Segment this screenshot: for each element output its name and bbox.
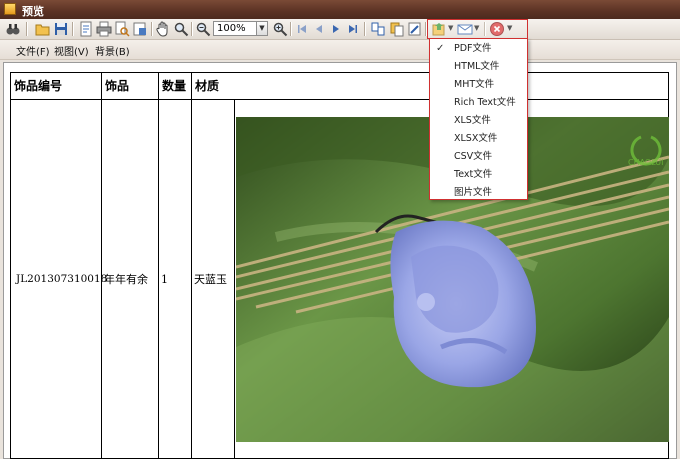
cell-code: JL201307310018: [10, 100, 107, 459]
export-text-item[interactable]: Text文件: [430, 166, 527, 184]
print-icon[interactable]: [96, 21, 112, 37]
header-code: 饰品编号: [10, 72, 102, 100]
toolbar: 100% ▼ ▼ ▼ ▼: [0, 19, 680, 40]
menu-background[interactable]: 背景(B): [95, 43, 130, 58]
previous-page-icon[interactable]: [311, 21, 327, 37]
hand-icon[interactable]: [155, 21, 171, 37]
zoom-out-icon[interactable]: [195, 21, 211, 37]
window-title: 预览: [22, 5, 44, 18]
title-bar: 预览: [0, 0, 680, 19]
zoom-in-icon[interactable]: [272, 21, 288, 37]
menu-file[interactable]: 文件(F): [16, 43, 50, 58]
page-setup-icon[interactable]: [78, 21, 94, 37]
cell-material: 天蓝玉: [192, 100, 235, 459]
header-name: 饰品: [102, 72, 159, 100]
app-icon: [4, 3, 16, 15]
search-icon[interactable]: [173, 21, 189, 37]
export-group-highlight: [427, 19, 528, 39]
export-setup-icon[interactable]: [132, 21, 148, 37]
menu-view[interactable]: 视图(V): [54, 43, 89, 58]
menu-bar: 文件(F) 视图(V) 背景(B): [0, 40, 680, 60]
last-page-icon[interactable]: [345, 21, 361, 37]
export-mht-item[interactable]: MHT文件: [430, 76, 527, 94]
export-xlsx-item[interactable]: XLSX文件: [430, 130, 527, 148]
next-page-icon[interactable]: [328, 21, 344, 37]
print-preview-icon[interactable]: [114, 21, 130, 37]
page-layout-icon[interactable]: [370, 21, 386, 37]
export-format-menu: ✓ PDF文件 HTML文件 MHT文件 Rich Text文件 XLS文件 X…: [429, 38, 528, 200]
export-html-item[interactable]: HTML文件: [430, 58, 527, 76]
zoom-dropdown-chevron-icon[interactable]: ▼: [256, 21, 268, 36]
export-image-item[interactable]: 图片文件: [430, 184, 527, 202]
svg-text:CHAOLUI: CHAOLUI: [628, 158, 664, 167]
cell-quantity: 1: [159, 100, 192, 459]
cell-name: 年年有余: [102, 100, 159, 459]
export-pdf-item[interactable]: ✓ PDF文件: [430, 40, 527, 58]
header-quantity: 数量: [159, 72, 192, 100]
edit-icon[interactable]: [407, 21, 423, 37]
export-xls-item[interactable]: XLS文件: [430, 112, 527, 130]
export-rtf-item[interactable]: Rich Text文件: [430, 94, 527, 112]
open-folder-icon[interactable]: [35, 21, 51, 37]
zoom-field[interactable]: 100%: [213, 21, 257, 36]
binoculars-icon[interactable]: [5, 21, 21, 37]
first-page-icon[interactable]: [294, 21, 310, 37]
export-csv-item[interactable]: CSV文件: [430, 148, 527, 166]
copy-icon[interactable]: [389, 21, 405, 37]
save-icon[interactable]: [53, 21, 69, 37]
check-icon: ✓: [436, 43, 445, 54]
